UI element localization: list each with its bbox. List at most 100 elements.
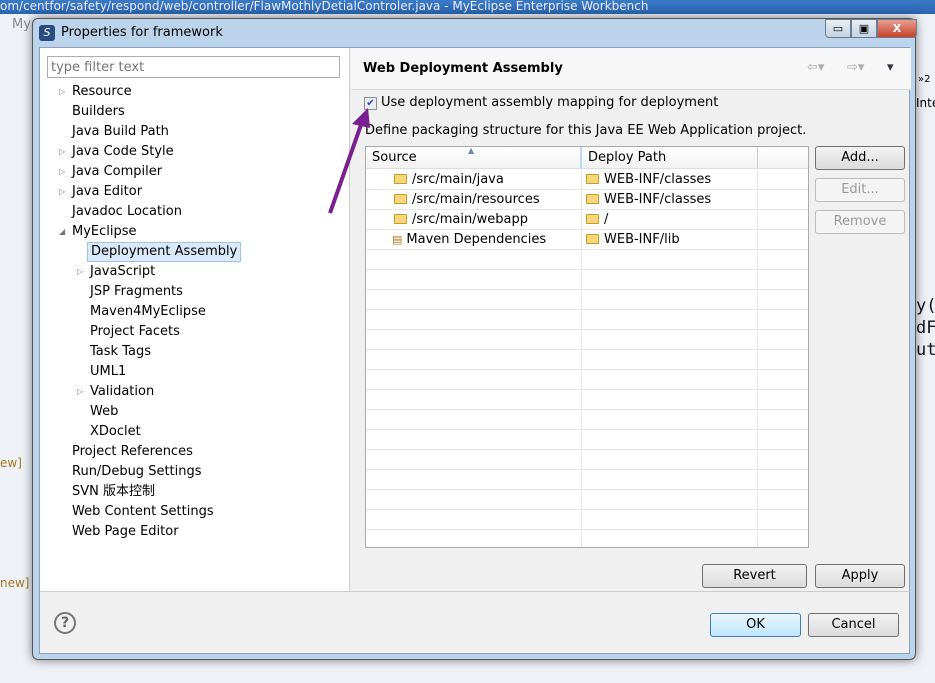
table-row[interactable] bbox=[366, 370, 808, 390]
view-menu-icon[interactable]: ▾ bbox=[887, 60, 894, 75]
table-row[interactable] bbox=[366, 250, 808, 270]
folder-icon bbox=[394, 174, 407, 184]
table-row[interactable] bbox=[366, 410, 808, 430]
remove-button[interactable]: Remove bbox=[815, 210, 905, 234]
source-cell: /src/main/resources bbox=[394, 190, 540, 210]
table-row[interactable]: /src/main/java WEB-INF/classes bbox=[366, 170, 808, 190]
expanded-arrow-icon[interactable]: ◢ bbox=[59, 222, 65, 242]
tree-item[interactable]: Run/Debug Settings bbox=[72, 462, 202, 482]
deployment-table: Source ▲ Deploy Path /src/main/java WEB-IN… bbox=[365, 146, 809, 548]
tree-item[interactable]: Java Compiler bbox=[72, 162, 162, 182]
close-button[interactable]: X bbox=[877, 19, 917, 38]
use-mapping-checkbox[interactable]: ✔ bbox=[364, 97, 377, 110]
column-header-source[interactable]: Source ▲ bbox=[366, 147, 582, 169]
cancel-button[interactable]: Cancel bbox=[808, 613, 899, 637]
ok-button[interactable]: OK bbox=[710, 613, 801, 637]
edit-button[interactable]: Edit... bbox=[815, 178, 905, 202]
source-cell: ▤ Maven Dependencies bbox=[392, 230, 546, 250]
tree-item[interactable]: Project References bbox=[72, 442, 193, 462]
folder-icon bbox=[586, 214, 599, 224]
tree-item[interactable]: Deployment Assembly bbox=[87, 242, 242, 262]
folder-icon bbox=[586, 174, 599, 184]
filter-input[interactable] bbox=[47, 56, 340, 78]
code-fragment: y( bbox=[916, 296, 935, 316]
tree-item[interactable]: Javadoc Location bbox=[72, 202, 182, 222]
table-row[interactable] bbox=[366, 490, 808, 510]
table-row[interactable] bbox=[366, 430, 808, 450]
chevron-more-icon[interactable]: »2 bbox=[918, 74, 930, 85]
column-header-filler bbox=[758, 147, 808, 169]
collapsed-arrow-icon[interactable]: ▷ bbox=[59, 142, 65, 162]
add-button[interactable]: Add... bbox=[815, 146, 905, 170]
tree-item[interactable]: XDoclet bbox=[90, 422, 141, 442]
code-fragment: dF bbox=[916, 318, 935, 338]
collapsed-arrow-icon[interactable]: ▷ bbox=[59, 162, 65, 182]
checkbox-label: Use deployment assembly mapping for depl… bbox=[381, 95, 719, 110]
revert-button[interactable]: Revert bbox=[702, 564, 807, 588]
deploy-path-cell: WEB-INF/classes bbox=[586, 190, 711, 210]
collapsed-arrow-icon[interactable]: ▷ bbox=[77, 382, 83, 402]
collapsed-arrow-icon[interactable]: ▷ bbox=[59, 182, 65, 202]
tree-item[interactable]: JavaScript bbox=[90, 262, 155, 282]
tree-item[interactable]: UML1 bbox=[90, 362, 126, 382]
tree-item[interactable]: JSP Fragments bbox=[90, 282, 183, 302]
tree-item[interactable]: Web Page Editor bbox=[72, 522, 179, 542]
table-row[interactable] bbox=[366, 330, 808, 350]
table-row[interactable] bbox=[366, 450, 808, 470]
tree-item[interactable]: Task Tags bbox=[90, 342, 151, 362]
help-icon[interactable]: ? bbox=[54, 612, 76, 634]
ide-tab-fragment[interactable]: Inte bbox=[916, 96, 935, 110]
table-row[interactable]: /src/main/webapp / bbox=[366, 210, 808, 230]
apply-button[interactable]: Apply bbox=[815, 564, 905, 588]
table-row[interactable] bbox=[366, 470, 808, 490]
tree-item[interactable]: MyEclipse bbox=[72, 222, 137, 242]
table-row[interactable] bbox=[366, 530, 808, 547]
tree-item[interactable]: Java Build Path bbox=[72, 122, 169, 142]
tree-item[interactable]: Java Code Style bbox=[72, 142, 174, 162]
collapsed-arrow-icon[interactable]: ▷ bbox=[77, 262, 83, 282]
tree-item[interactable]: Web Content Settings bbox=[72, 502, 214, 522]
ide-text-fragment: new] bbox=[0, 576, 30, 590]
page-header: Web Deployment Assembly ⇦▾ ⇨▾ ▾ bbox=[351, 48, 911, 90]
source-text: Maven Dependencies bbox=[406, 232, 547, 247]
tree-item[interactable]: SVN 版本控制 bbox=[72, 482, 155, 502]
dialog-title-bar: S Properties for framework ▭ ▣ X bbox=[33, 19, 917, 47]
tree-item[interactable]: Java Editor bbox=[72, 182, 142, 202]
table-row[interactable] bbox=[366, 310, 808, 330]
deploy-path-text: / bbox=[604, 212, 609, 227]
table-row[interactable] bbox=[366, 390, 808, 410]
tree-item[interactable]: Web bbox=[90, 402, 118, 422]
table-row[interactable] bbox=[366, 350, 808, 370]
table-row[interactable]: /src/main/resources WEB-INF/classes bbox=[366, 190, 808, 210]
table-row[interactable]: ▤ Maven Dependencies WEB-INF/lib bbox=[366, 230, 808, 250]
preference-tree-panel: ▷ ResourceBuildersJava Build Path ▷ Java Co… bbox=[40, 48, 350, 591]
collapsed-arrow-icon[interactable]: ▷ bbox=[59, 82, 65, 102]
source-text: /src/main/resources bbox=[412, 192, 540, 207]
tree-item[interactable]: Maven4MyEclipse bbox=[90, 302, 206, 322]
page-description: Define packaging structure for this Java… bbox=[365, 123, 807, 138]
tree-item[interactable]: Builders bbox=[72, 102, 125, 122]
folder-icon bbox=[394, 194, 407, 204]
code-fragment: ut bbox=[916, 340, 935, 360]
deploy-path-cell: / bbox=[586, 210, 608, 230]
folder-icon bbox=[586, 194, 599, 204]
table-row[interactable] bbox=[366, 510, 808, 530]
page-panel: Web Deployment Assembly ⇦▾ ⇨▾ ▾ ✔ Use de… bbox=[351, 48, 911, 591]
library-icon: ▤ bbox=[392, 233, 403, 246]
deploy-path-cell: WEB-INF/classes bbox=[586, 170, 711, 190]
minimize-button[interactable]: ▭ bbox=[825, 19, 851, 38]
table-row[interactable] bbox=[366, 290, 808, 310]
deploy-path-text: WEB-INF/lib bbox=[604, 232, 680, 247]
tree-item[interactable]: Validation bbox=[90, 382, 154, 402]
tree-item[interactable]: Project Facets bbox=[90, 322, 180, 342]
forward-arrow-icon[interactable]: ⇨▾ bbox=[847, 60, 864, 75]
maximize-button[interactable]: ▣ bbox=[851, 19, 877, 38]
tree-item[interactable]: Resource bbox=[72, 82, 132, 102]
back-arrow-icon[interactable]: ⇦▾ bbox=[807, 60, 824, 75]
properties-dialog: S Properties for framework ▭ ▣ X ▷ Resour… bbox=[32, 18, 917, 660]
deploy-path-text: WEB-INF/classes bbox=[604, 172, 712, 187]
table-row[interactable] bbox=[366, 270, 808, 290]
page-title: Web Deployment Assembly bbox=[363, 61, 563, 76]
column-header-deploy-path[interactable]: Deploy Path bbox=[582, 147, 758, 169]
ide-title-bar: om/centfor/safety/respond/web/controller… bbox=[0, 0, 935, 14]
